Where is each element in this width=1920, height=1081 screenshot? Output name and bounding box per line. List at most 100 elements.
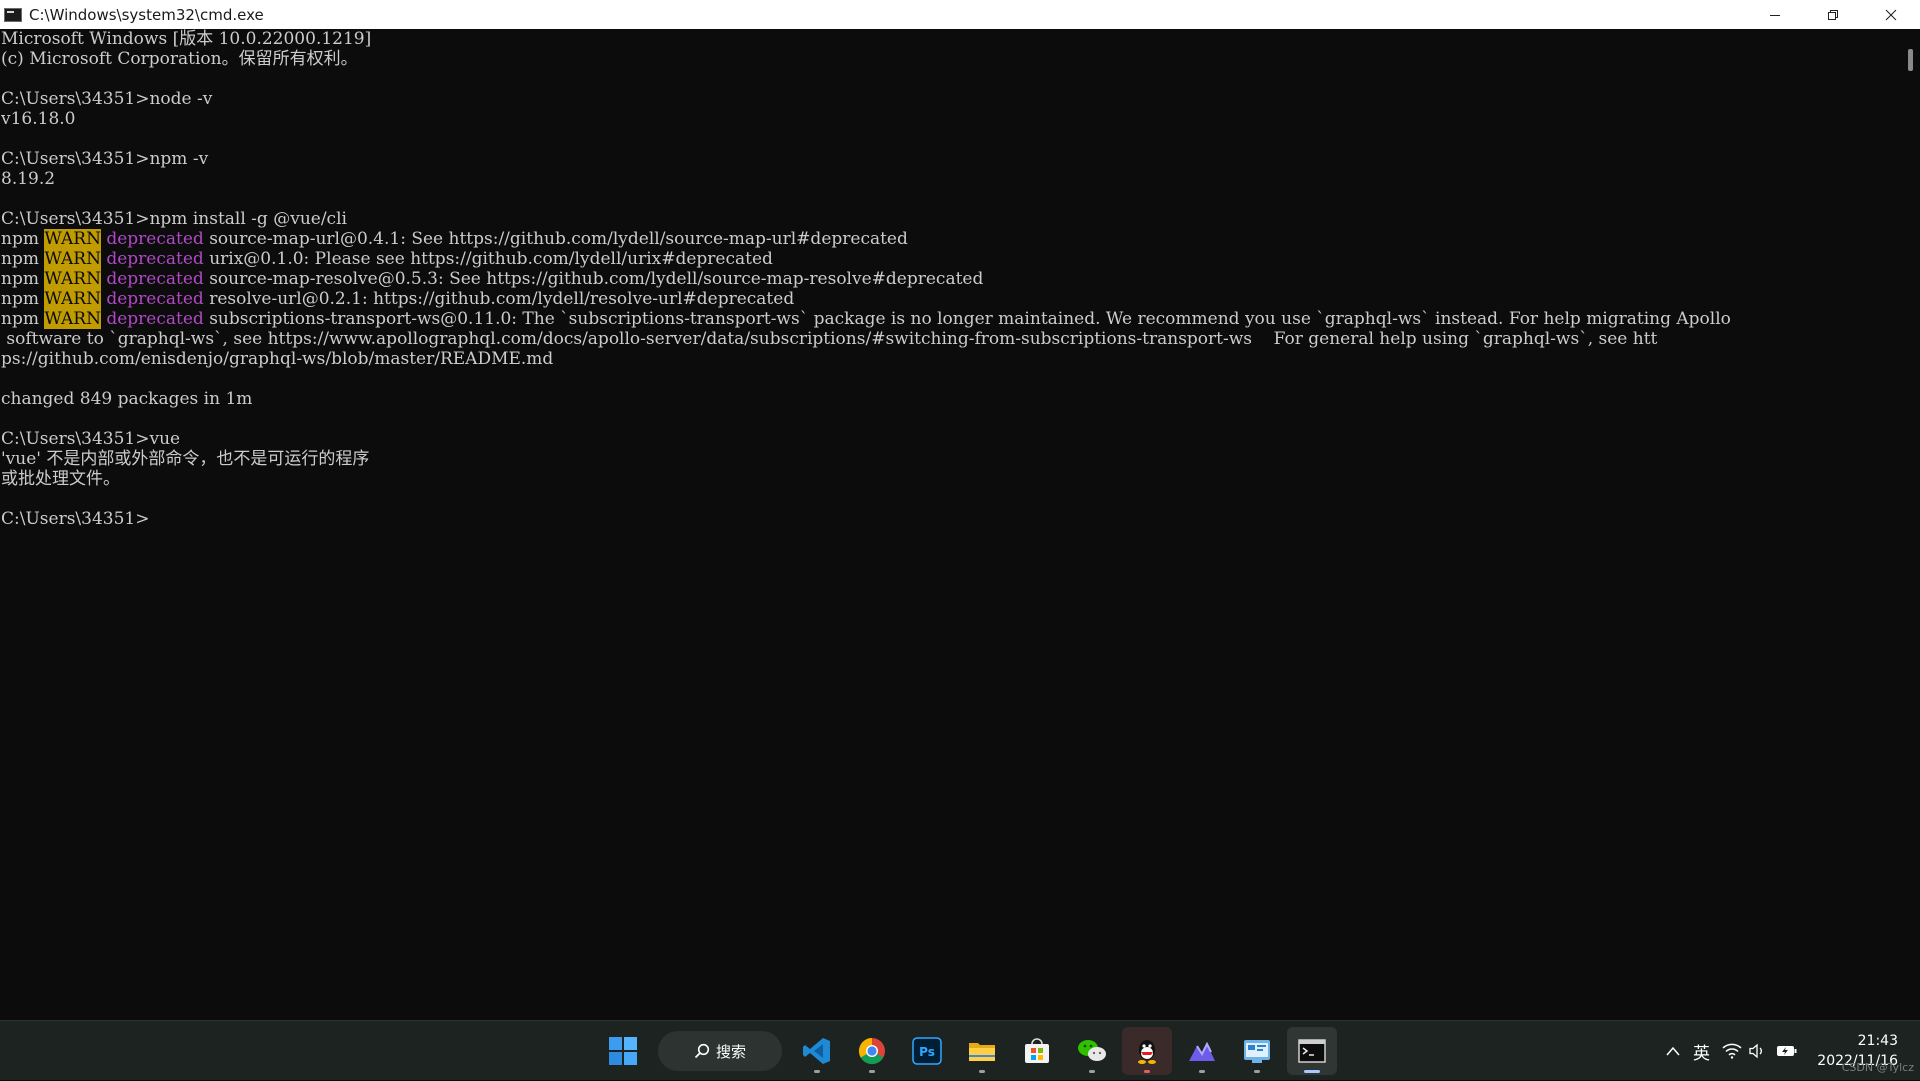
- deprecated-tag: deprecated: [106, 309, 204, 329]
- clock-time: 21:43: [1857, 1033, 1898, 1049]
- window-titlebar[interactable]: C:\Windows\system32\cmd.exe: [0, 0, 1920, 29]
- taskbar-app-terminal[interactable]: [1287, 1027, 1337, 1075]
- start-button[interactable]: [598, 1027, 648, 1075]
- console-text-run: software to `graphql-ws`, see https://ww…: [1, 329, 1658, 349]
- console-line: npm WARN deprecated resolve-url@0.2.1: h…: [1, 289, 1900, 309]
- chevron-up-icon: [1666, 1046, 1680, 1056]
- warn-tag: WARN: [44, 269, 101, 289]
- console-text-run: npm: [1, 289, 45, 309]
- console-text-run: C:\Users\34351>npm -v: [1, 149, 209, 169]
- running-indicator: [979, 1070, 985, 1073]
- control-panel-icon: [1244, 1040, 1270, 1063]
- search-icon: [694, 1043, 710, 1059]
- console-line: changed 849 packages in 1m: [1, 389, 1900, 409]
- restore-icon: [1828, 9, 1838, 20]
- warn-tag: WARN: [44, 289, 101, 309]
- console-line: 或批处理文件。: [1, 469, 1900, 489]
- warn-tag: WARN: [44, 229, 101, 249]
- deprecated-tag: deprecated: [106, 249, 204, 269]
- battery-charging-icon: [1777, 1046, 1797, 1056]
- running-indicator: [814, 1070, 820, 1073]
- drawing-app-icon: [1189, 1041, 1215, 1061]
- running-indicator: [869, 1070, 875, 1073]
- taskbar-app-wechat[interactable]: [1067, 1027, 1117, 1075]
- console-scrollbar[interactable]: [1900, 29, 1920, 1020]
- console-output[interactable]: Microsoft Windows [版本 10.0.22000.1219] (c…: [0, 29, 1900, 1020]
- microsoft-store-icon: [1025, 1038, 1049, 1063]
- running-indicator: [1199, 1070, 1205, 1073]
- console-text-run: 8.19.2: [1, 169, 56, 189]
- deprecated-tag: deprecated: [106, 289, 204, 309]
- console-line: (c) Microsoft Corporation。保留所有权利。: [1, 49, 1900, 69]
- svg-text:Ps: Ps: [919, 1045, 935, 1059]
- window-controls: [1746, 0, 1920, 29]
- console-line: npm WARN deprecated subscriptions-transp…: [1, 309, 1900, 329]
- taskbar-search[interactable]: 搜索: [658, 1031, 782, 1071]
- running-indicator: [1254, 1070, 1260, 1073]
- photoshop-icon: Ps: [912, 1037, 942, 1065]
- taskbar-app-store[interactable]: [1012, 1027, 1062, 1075]
- console-line: npm WARN deprecated source-map-url@0.4.1…: [1, 229, 1900, 249]
- console-text-run: (c) Microsoft Corporation。保留所有权利。: [1, 49, 358, 69]
- console-text-run: npm: [1, 229, 45, 249]
- console-text-run: npm: [1, 269, 45, 289]
- console-line: C:\Users\34351>: [1, 509, 1900, 529]
- console-line: C:\Users\34351>npm -v: [1, 149, 1900, 169]
- show-hidden-icons-button[interactable]: [1665, 1031, 1681, 1071]
- file-explorer-icon: [969, 1043, 995, 1061]
- close-button[interactable]: [1862, 0, 1920, 29]
- console-line: 'vue' 不是内部或外部命令，也不是可运行的程序: [1, 449, 1900, 469]
- wechat-icon: [1078, 1040, 1106, 1061]
- taskbar-app-chrome[interactable]: [847, 1027, 897, 1075]
- console-text-run: ps://github.com/enisdenjo/graphql-ws/blo…: [1, 349, 554, 369]
- window-title: C:\Windows\system32\cmd.exe: [29, 5, 264, 24]
- console-text-run: resolve-url@0.2.1: https://github.com/ly…: [203, 289, 795, 309]
- warn-tag: WARN: [44, 249, 101, 269]
- close-icon: [1885, 9, 1897, 20]
- console-text-run: urix@0.1.0: Please see https://github.co…: [203, 249, 773, 269]
- console-line: C:\Users\34351>node -v: [1, 89, 1900, 109]
- console-line: npm WARN deprecated urix@0.1.0: Please s…: [1, 249, 1900, 269]
- network-button[interactable]: [1722, 1031, 1742, 1071]
- console-text-run: C:\Users\34351>node -v: [1, 89, 213, 109]
- scrollbar-thumb[interactable]: [1908, 49, 1913, 71]
- qq-icon: [1138, 1040, 1156, 1064]
- console-text-run: C:\Users\34351>npm install -g @vue/cli: [1, 209, 347, 229]
- console-line: C:\Users\34351>vue: [1, 429, 1900, 449]
- taskbar-app-control-panel[interactable]: [1232, 1027, 1282, 1075]
- taskbar-app-file-explorer[interactable]: [957, 1027, 1007, 1075]
- console-text-run: npm: [1, 249, 45, 269]
- restore-button[interactable]: [1804, 0, 1862, 29]
- deprecated-tag: deprecated: [106, 229, 204, 249]
- volume-button[interactable]: [1748, 1031, 1766, 1071]
- console-line: ps://github.com/enisdenjo/graphql-ws/blo…: [1, 349, 1900, 369]
- console-text-run: npm: [1, 309, 45, 329]
- taskbar-apps: 搜索 Ps: [598, 1027, 1342, 1075]
- speaker-icon: [1749, 1043, 1762, 1059]
- running-indicator: [1144, 1070, 1150, 1073]
- taskbar-app-qq[interactable]: [1122, 1027, 1172, 1075]
- taskbar-app-photoshop[interactable]: Ps: [902, 1027, 952, 1075]
- deprecated-tag: deprecated: [106, 269, 204, 289]
- console-text: Microsoft Windows [版本 10.0.22000.1219] (c…: [0, 29, 1900, 529]
- console-text-run: source-map-resolve@0.5.3: See https://gi…: [203, 269, 984, 289]
- ime-indicator[interactable]: 英: [1693, 1031, 1710, 1071]
- console-text-run: source-map-url@0.4.1: See https://github…: [203, 229, 908, 249]
- console-text-run: v16.18.0: [1, 109, 76, 129]
- taskbar-app-vscode[interactable]: [792, 1027, 842, 1075]
- windows-start-icon: [609, 1037, 637, 1065]
- terminal-icon: [1298, 1039, 1326, 1063]
- taskbar-app-drawing[interactable]: [1177, 1027, 1227, 1075]
- taskbar: 搜索 Ps 英 21:43 2022/11/16 CSDN @Tylcz: [0, 1020, 1920, 1080]
- minimize-button[interactable]: [1746, 0, 1804, 29]
- battery-button[interactable]: [1776, 1031, 1798, 1071]
- console-line: npm WARN deprecated source-map-resolve@0…: [1, 269, 1900, 289]
- wifi-icon: [1722, 1043, 1742, 1059]
- cmd-app-icon: [4, 7, 22, 22]
- console-text-run: changed 849 packages in 1m: [1, 389, 253, 409]
